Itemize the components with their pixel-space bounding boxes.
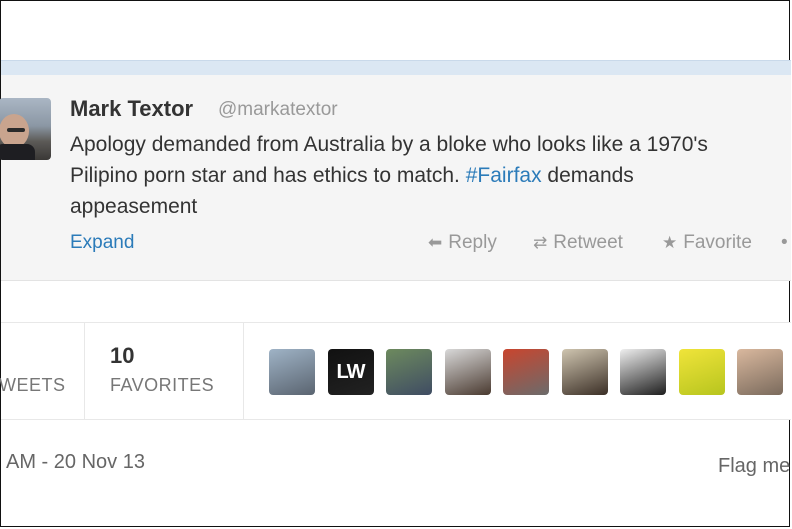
star-icon: ★ — [662, 233, 678, 252]
avatar-shirt — [0, 144, 35, 160]
tweet-text-line-2: Pilipino porn star and has ethics to mat… — [70, 160, 792, 191]
flag-media-link[interactable]: Flag me — [718, 455, 790, 478]
retweet-label: Retweet — [553, 232, 623, 253]
favorites-stat-label[interactable]: FAVORITES — [110, 375, 214, 396]
tweet-text-line-1: Apology demanded from Australia by a blo… — [70, 133, 708, 156]
avatar-plane[interactable] — [269, 349, 315, 395]
stats-divider — [84, 323, 85, 419]
avatar-couple[interactable] — [386, 349, 432, 395]
tweet-text-line-2-end: demands — [541, 164, 634, 187]
reply-label: Reply — [448, 232, 497, 253]
avatar-man-smiling[interactable] — [737, 349, 783, 395]
tweet-card[interactable]: Mark Textor @markatextor Apology demande… — [0, 75, 792, 281]
favorite-label: Favorite — [683, 232, 752, 253]
tweet-text-line-3: appeasement — [70, 195, 198, 218]
avatar-text: LW — [336, 360, 366, 383]
stats-divider — [243, 323, 244, 419]
avatar-grey-hair[interactable] — [444, 349, 491, 395]
tweet-header-strip — [1, 60, 791, 75]
author-handle[interactable]: @markatextor — [218, 99, 338, 121]
more-actions-button[interactable]: • — [781, 232, 788, 254]
retweet-button[interactable]: ⇄ Retweet — [533, 232, 623, 254]
avatar-glasses — [7, 128, 25, 132]
avatar-lw[interactable]: LW — [327, 349, 374, 395]
avatar-sepia-portrait[interactable] — [561, 349, 608, 395]
retweet-icon: ⇄ — [533, 233, 548, 252]
tweet-text: Apology demanded from Australia by a blo… — [70, 129, 792, 222]
tweet-text-line-2-start: Pilipino porn star and has ethics to mat… — [70, 164, 466, 187]
favorite-button[interactable]: ★ Favorite — [662, 232, 752, 254]
tweet-timestamp[interactable]: AM - 20 Nov 13 — [6, 451, 145, 474]
author-avatar[interactable] — [0, 98, 51, 160]
author-name[interactable]: Mark Textor — [70, 96, 193, 122]
avatar-red-car[interactable] — [503, 349, 549, 395]
hashtag-link[interactable]: #Fairfax — [466, 164, 542, 187]
reply-button[interactable]: ⬅ Reply — [428, 232, 497, 254]
avatar-bw-portrait[interactable] — [620, 349, 666, 395]
favorites-count[interactable]: 10 — [110, 343, 134, 369]
expand-link[interactable]: Expand — [70, 232, 134, 254]
retweets-stat-label[interactable]: WEETS — [0, 375, 66, 396]
reply-arrow-icon: ⬅ — [428, 233, 443, 252]
avatar-yellow-face[interactable] — [678, 349, 725, 395]
tweet-stats-bar: WEETS 10 FAVORITES LW — [0, 322, 791, 420]
